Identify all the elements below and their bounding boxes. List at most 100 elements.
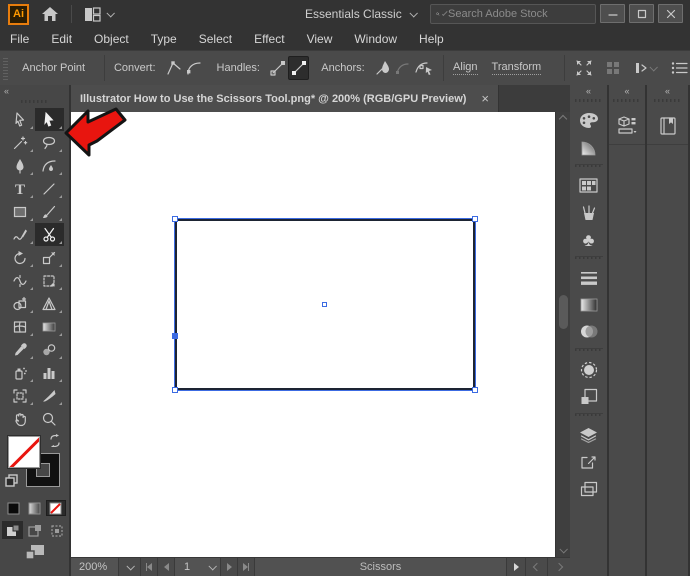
rectangle-tool[interactable] — [6, 200, 35, 223]
menu-edit[interactable]: Edit — [40, 28, 83, 50]
zoom-tool[interactable] — [35, 407, 64, 430]
artboards-panel-button[interactable] — [570, 475, 607, 502]
color-guide-panel-button[interactable] — [570, 134, 607, 161]
panel-grip[interactable] — [575, 348, 603, 351]
menu-object[interactable]: Object — [83, 28, 140, 50]
libraries-panel-button[interactable] — [609, 107, 645, 145]
stroke-panel-button[interactable] — [570, 264, 607, 291]
transparency-panel-button[interactable] — [570, 318, 607, 345]
scroll-up-button[interactable] — [556, 112, 570, 126]
anchor-handle-top-right[interactable] — [472, 216, 478, 222]
scale-tool[interactable] — [35, 246, 64, 269]
select-similar-button[interactable] — [603, 56, 624, 80]
artboard-canvas[interactable] — [71, 112, 555, 557]
direct-selection-tool[interactable] — [35, 108, 64, 131]
home-icon[interactable] — [41, 6, 59, 22]
panel-grip[interactable] — [654, 99, 682, 102]
panel-grip[interactable] — [575, 99, 603, 102]
vertical-scrollbar[interactable] — [555, 112, 570, 557]
panel-grip[interactable] — [575, 164, 603, 167]
hide-handles-button[interactable] — [288, 56, 309, 80]
previous-artboard-button[interactable] — [158, 558, 175, 576]
mesh-tool[interactable] — [6, 315, 35, 338]
collapse-panels-icon[interactable]: « — [586, 86, 591, 96]
eyedropper-tool[interactable] — [6, 338, 35, 361]
anchor-handle-bottom-left[interactable] — [172, 387, 178, 393]
free-transform-tool[interactable] — [35, 269, 64, 292]
scissors-tool[interactable] — [35, 223, 64, 246]
pen-tool[interactable] — [6, 154, 35, 177]
menu-effect[interactable]: Effect — [243, 28, 295, 50]
last-artboard-button[interactable] — [238, 558, 255, 576]
graphic-styles-panel-button[interactable] — [570, 383, 607, 410]
curvature-tool[interactable] — [35, 154, 64, 177]
perspective-grid-tool[interactable] — [35, 292, 64, 315]
maximize-button[interactable] — [629, 4, 654, 23]
remove-anchor-button[interactable] — [373, 56, 394, 80]
gradient-tool[interactable] — [35, 315, 64, 338]
type-tool[interactable]: T — [6, 177, 35, 200]
appearance-panel-button[interactable] — [570, 356, 607, 383]
selected-anchor-point[interactable] — [172, 333, 178, 339]
transform-link[interactable]: Transform — [492, 61, 542, 75]
color-panel-button[interactable] — [570, 107, 607, 134]
panel-grip[interactable] — [575, 413, 603, 416]
menu-type[interactable]: Type — [140, 28, 188, 50]
collapse-panels-icon[interactable]: « — [624, 86, 629, 96]
arrange-documents-button[interactable] — [84, 7, 113, 22]
anchor-handle-bottom-right[interactable] — [472, 387, 478, 393]
collapse-panel-icon[interactable]: « — [4, 86, 9, 96]
none-button[interactable] — [46, 500, 66, 516]
menu-help[interactable]: Help — [408, 28, 455, 50]
symbol-sprayer-tool[interactable] — [6, 361, 35, 384]
draw-inside-mode-button[interactable] — [46, 521, 67, 539]
convert-to-smooth-button[interactable] — [184, 56, 205, 80]
swatches-panel-button[interactable] — [570, 172, 607, 199]
slice-tool[interactable] — [35, 384, 64, 407]
draw-behind-mode-button[interactable] — [24, 521, 45, 539]
next-artboard-button[interactable] — [221, 558, 238, 576]
scroll-right-button[interactable] — [548, 558, 570, 576]
tab-close-icon[interactable]: × — [473, 92, 489, 105]
selection-tool[interactable] — [6, 108, 35, 131]
symbols-panel-button[interactable]: ♣ — [570, 226, 607, 253]
column-graph-tool[interactable] — [35, 361, 64, 384]
document-info-panel-button[interactable] — [647, 107, 688, 145]
shaper-tool[interactable] — [6, 223, 35, 246]
menu-file[interactable]: File — [8, 28, 40, 50]
gradient-button[interactable] — [25, 500, 45, 516]
screen-mode-button[interactable] — [0, 544, 69, 560]
connect-path-button[interactable] — [393, 56, 414, 80]
workspace-switcher[interactable]: Essentials Classic — [305, 0, 416, 28]
anchor-handle-top-left[interactable] — [172, 216, 178, 222]
hand-tool[interactable] — [6, 407, 35, 430]
first-artboard-button[interactable] — [141, 558, 158, 576]
color-button[interactable] — [4, 500, 24, 516]
menu-window[interactable]: Window — [343, 28, 408, 50]
paintbrush-tool[interactable] — [35, 200, 64, 223]
brushes-panel-button[interactable] — [570, 199, 607, 226]
swap-fill-stroke-icon[interactable] — [48, 434, 62, 447]
isolate-object-button[interactable] — [629, 56, 661, 80]
magic-wand-tool[interactable] — [6, 131, 35, 154]
blend-tool[interactable] — [35, 338, 64, 361]
expand-button[interactable] — [574, 56, 595, 80]
document-tab[interactable]: Illustrator How to Use the Scissors Tool… — [71, 85, 499, 112]
fill-swatch[interactable] — [8, 436, 40, 468]
scrollbar-thumb[interactable] — [559, 295, 568, 329]
scroll-left-button[interactable] — [526, 558, 548, 576]
gradient-panel-button[interactable] — [570, 291, 607, 318]
default-fill-stroke-icon[interactable] — [5, 474, 18, 487]
panel-menu-button[interactable] — [670, 56, 690, 80]
convert-to-corner-button[interactable] — [164, 56, 185, 80]
status-menu-button[interactable] — [507, 558, 526, 576]
rotate-tool[interactable] — [6, 246, 35, 269]
menu-select[interactable]: Select — [188, 28, 243, 50]
search-input[interactable] — [448, 8, 590, 20]
align-link[interactable]: Align — [453, 61, 477, 75]
cut-path-button[interactable] — [414, 56, 435, 80]
panel-grip[interactable] — [21, 100, 49, 103]
shape-builder-tool[interactable] — [6, 292, 35, 315]
artboard-tool[interactable] — [6, 384, 35, 407]
controlbar-grip[interactable] — [3, 56, 8, 80]
